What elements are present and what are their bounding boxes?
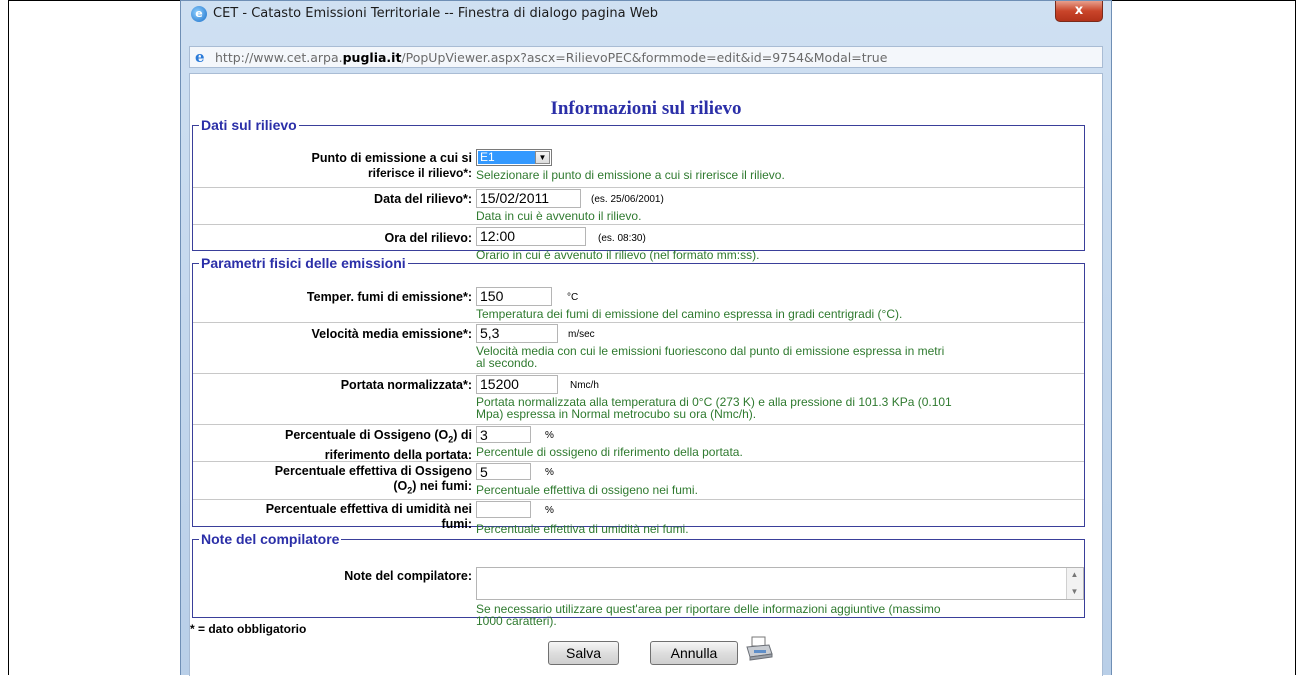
- url-text: http://www.cet.arpa.puglia.it/PopUpViewe…: [215, 50, 887, 65]
- row-perc-riferimento: Percentuale di Ossigeno (O2) di riferime…: [193, 425, 1084, 462]
- note-hint-line1: Se necessario utilizzare quest'area per …: [476, 602, 941, 616]
- note-scrollbar[interactable]: ▲ ▼: [1066, 568, 1083, 599]
- portata-input[interactable]: 15200: [476, 375, 558, 394]
- temp-label: Temper. fumi di emissione*:: [306, 290, 472, 304]
- perc-eff-label-line2: (O2) nei fumi:: [275, 479, 472, 499]
- vel-hint-line2: al secondo.: [476, 356, 538, 370]
- umid-label-line1: Percentuale effettiva di umidità nei: [265, 502, 472, 516]
- cancel-button[interactable]: Annulla: [650, 641, 738, 665]
- perc-eff-unit: %: [545, 467, 554, 478]
- row-temperatura: Temper. fumi di emissione*: 150 °C Tempe…: [193, 286, 1084, 323]
- perc-rif-hint: Percentule di ossigeno di riferimento de…: [476, 445, 743, 459]
- punto-hint: Selezionare il punto di emissione a cui …: [476, 168, 785, 182]
- data-rilievo-input[interactable]: 15/02/2011: [476, 189, 581, 208]
- perc-rif-label-text2: ) di: [453, 428, 472, 442]
- umid-label: Percentuale effettiva di umidità nei fum…: [266, 502, 472, 532]
- select-value: E1: [478, 151, 535, 164]
- perc-eff-hint: Percentuale effettiva di ossigeno nei fu…: [476, 483, 698, 497]
- port-label: Portata normalizzata*:: [340, 378, 472, 392]
- perc-eff-label-text: (O: [393, 479, 408, 493]
- temp-hint: Temperatura dei fumi di emissione del ca…: [476, 307, 903, 321]
- note-label: Note del compilatore:: [344, 569, 472, 583]
- perc-eff-label-line1: Percentuale effettiva di Ossigeno: [274, 464, 472, 478]
- internet-explorer-icon: e: [191, 6, 207, 22]
- note-hint-line2: 1000 caratteri).: [476, 614, 557, 628]
- section-note-compilatore: Note del compilatore Note del compilator…: [192, 531, 1085, 627]
- row-note: Note del compilatore: ▲ ▼ Se necessario …: [193, 562, 1084, 630]
- form-title: Informazioni sul rilievo: [550, 98, 742, 119]
- perc-effettiva-input[interactable]: 5: [476, 463, 531, 480]
- printer-icon[interactable]: [744, 636, 774, 662]
- port-unit: Nmc/h: [570, 380, 599, 391]
- url-prefix: http://www.cet.arpa.: [215, 50, 343, 65]
- section-parametri-fisici: Parametri fisici delle emissioni Temper.…: [192, 255, 1085, 535]
- row-perc-effettiva: Percentuale effettiva di Ossigeno (O2) n…: [193, 462, 1084, 500]
- punto-label: Punto di emissione a cui si riferisce il…: [312, 151, 472, 181]
- port-hint: Portata normalizzata alla temperatura di…: [476, 396, 1096, 420]
- data-hint: Data in cui è avvenuto il rilievo.: [476, 209, 642, 223]
- chevron-down-icon[interactable]: ▼: [535, 151, 550, 164]
- required-note: * = dato obbligatorio: [190, 622, 307, 636]
- row-velocita: Velocità media emissione*: 5,3 m/sec Vel…: [193, 323, 1084, 374]
- section-legend: Note del compilatore: [201, 531, 340, 547]
- umid-label-line2: fumi:: [441, 517, 472, 531]
- perc-rif-label-text: Percentuale di Ossigeno (O: [284, 428, 449, 442]
- note-hint: Se necessario utilizzare quest'area per …: [476, 603, 1096, 627]
- vel-unit: m/sec: [568, 329, 595, 340]
- url-suffix: /PopUpViewer.aspx?ascx=RilievoPEC&formmo…: [401, 50, 888, 65]
- row-portata: Portata normalizzata*: 15200 Nmc/h Porta…: [193, 374, 1084, 425]
- perc-rif-label-line1: Percentuale di Ossigeno (O2) di: [285, 428, 472, 448]
- perc-eff-label: Percentuale effettiva di Ossigeno (O2) n…: [275, 464, 472, 499]
- punto-emissione-select[interactable]: E1 ▼: [476, 149, 552, 166]
- perc-riferimento-input[interactable]: 3: [476, 426, 531, 443]
- vel-label: Velocità media emissione*:: [311, 327, 473, 341]
- perc-eff-label-text2: ) nei fumi:: [412, 479, 472, 493]
- velocita-input[interactable]: 5,3: [476, 324, 558, 343]
- punto-label-line1: Punto di emissione a cui si: [311, 151, 472, 165]
- data-label: Data del rilievo*:: [374, 192, 472, 206]
- row-data-rilievo: Data del rilievo*: 15/02/2011 (es. 25/06…: [193, 188, 1084, 225]
- data-example: (es. 25/06/2001): [591, 194, 664, 205]
- umid-unit: %: [545, 505, 554, 516]
- perc-rif-label-line2: riferimento della portata:: [324, 447, 472, 462]
- perc-rif-label: Percentuale di Ossigeno (O2) di riferime…: [285, 428, 472, 463]
- section-legend: Dati sul rilievo: [201, 117, 297, 133]
- vel-hint: Velocità media con cui le emissioni fuor…: [476, 345, 1096, 369]
- perc-rif-unit: %: [545, 430, 554, 441]
- temperatura-input[interactable]: 150: [476, 287, 552, 306]
- section-dati-rilievo: Dati sul rilievo Punto di emissione a cu…: [192, 117, 1085, 261]
- window-title: CET - Catasto Emissioni Territoriale -- …: [213, 6, 659, 21]
- section-legend: Parametri fisici delle emissioni: [201, 255, 406, 271]
- scroll-down-icon[interactable]: ▼: [1069, 587, 1080, 597]
- note-textarea[interactable]: ▲ ▼: [476, 567, 1084, 600]
- vel-hint-line1: Velocità media con cui le emissioni fuor…: [476, 344, 945, 358]
- port-hint-line2: Mpa) espressa in Normal metrocubo su ora…: [476, 407, 757, 421]
- dialog-window: e CET - Catasto Emissioni Territoriale -…: [180, 0, 1112, 676]
- ora-rilievo-input[interactable]: 12:00: [476, 227, 586, 246]
- dialog-content: Informazioni sul rilievo Dati sul riliev…: [189, 73, 1103, 676]
- save-button[interactable]: Salva: [548, 641, 619, 665]
- url-domain: puglia.it: [342, 50, 402, 65]
- close-button[interactable]: x: [1055, 1, 1103, 22]
- title-bar[interactable]: e CET - Catasto Emissioni Territoriale -…: [181, 1, 1111, 27]
- address-bar: e http://www.cet.arpa.puglia.it/PopUpVie…: [189, 46, 1103, 68]
- umidita-input[interactable]: [476, 501, 531, 518]
- punto-label-line2: riferisce il rilievo*:: [367, 166, 472, 180]
- row-punto-emissione: Punto di emissione a cui si riferisce il…: [193, 148, 1084, 188]
- temp-unit: °C: [567, 292, 579, 303]
- internet-explorer-icon: e: [195, 48, 205, 66]
- ora-label: Ora del rilievo:: [384, 231, 472, 245]
- scroll-up-icon[interactable]: ▲: [1069, 570, 1080, 580]
- ora-example: (es. 08:30): [598, 233, 646, 244]
